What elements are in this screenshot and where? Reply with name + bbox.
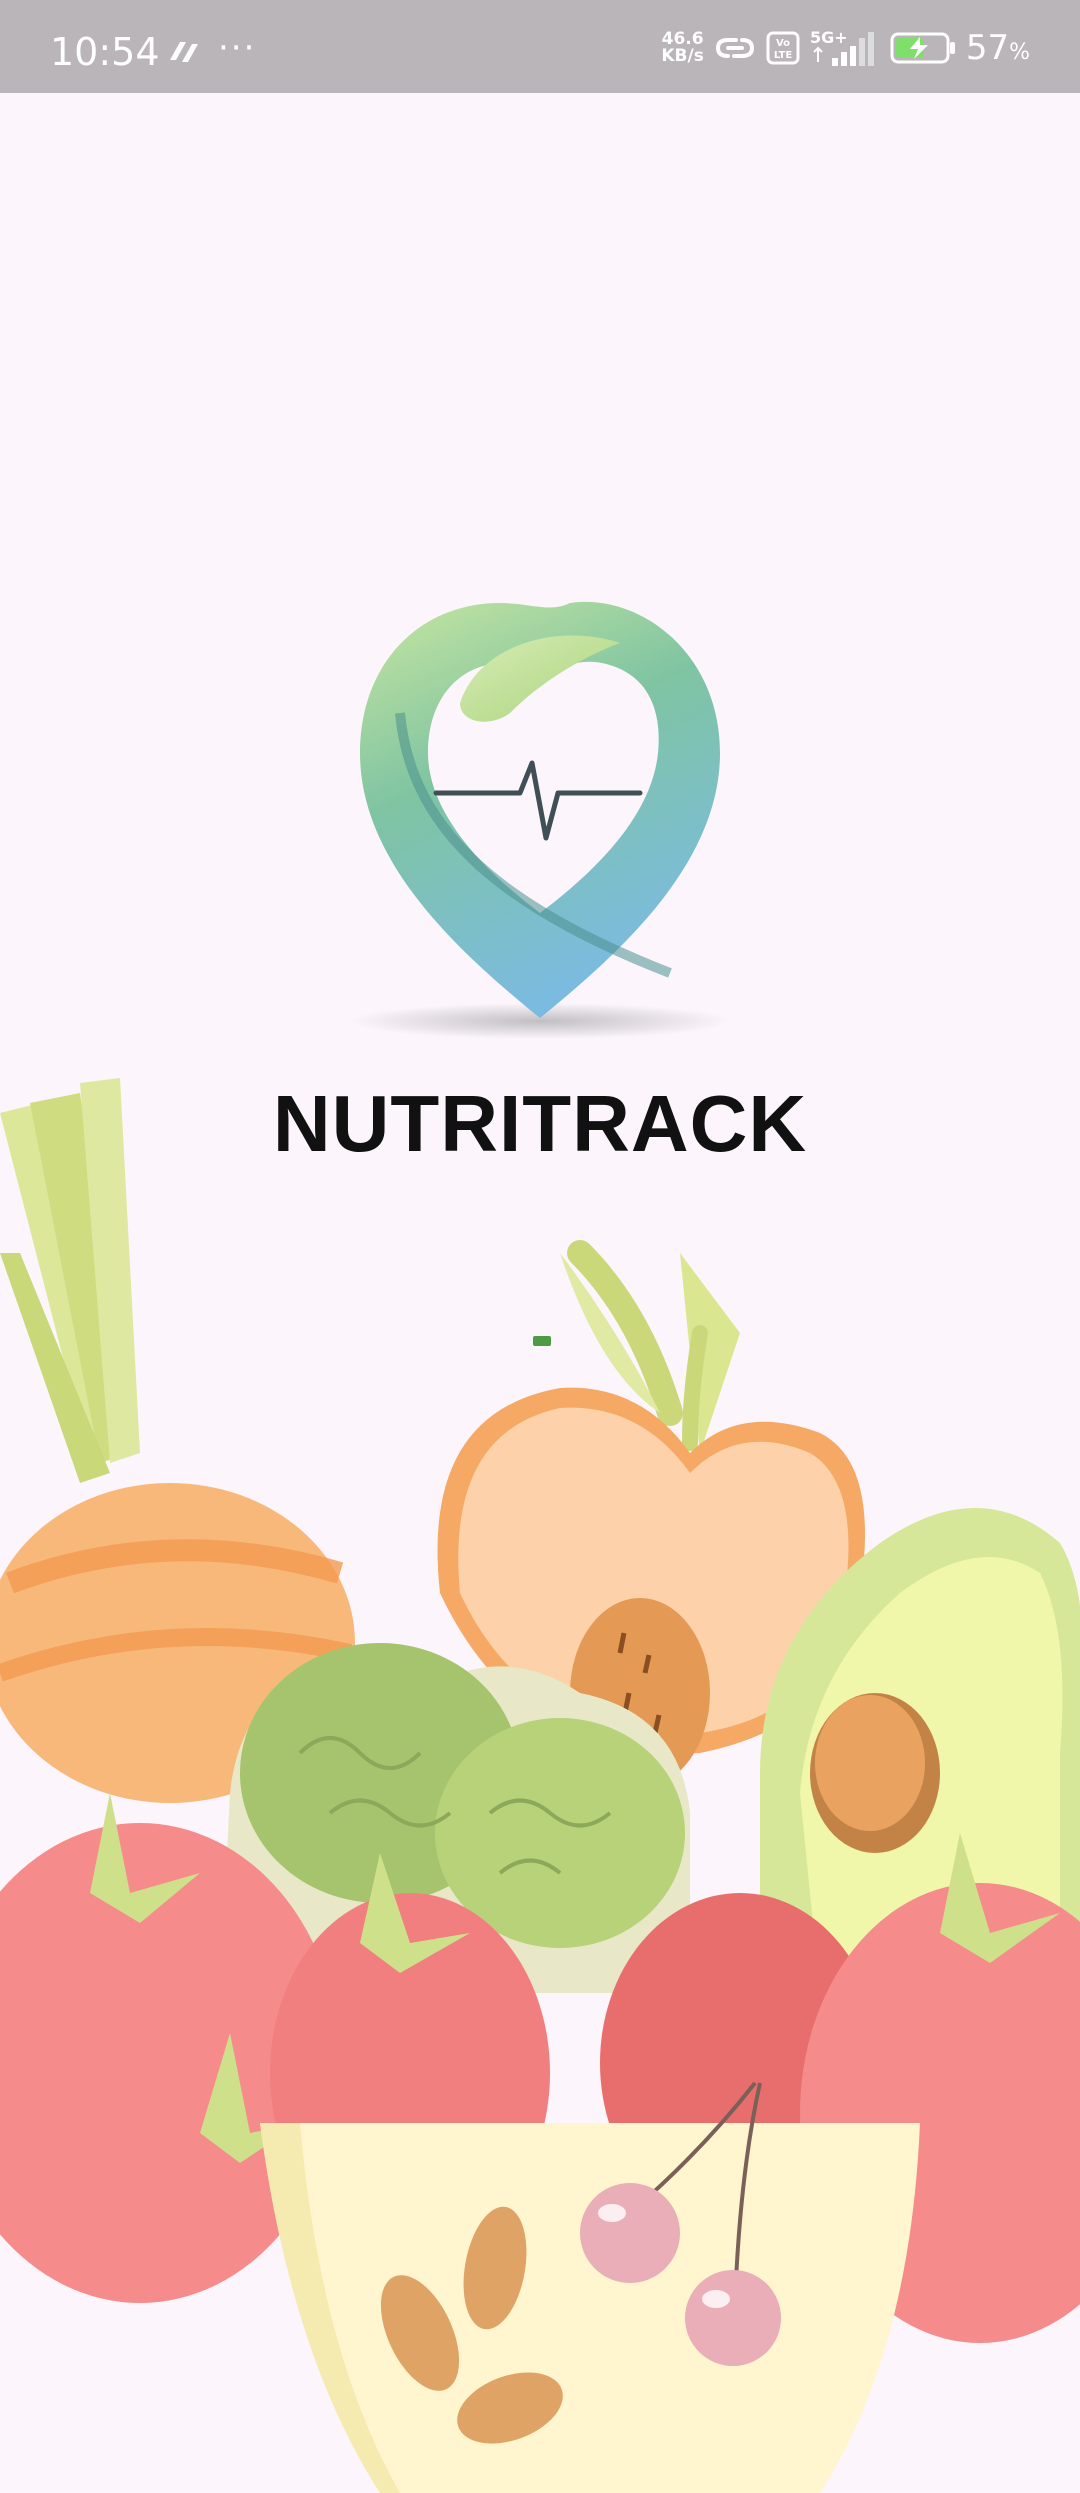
link-icon (715, 38, 754, 58)
network-speed: 46.6 KB/s (661, 29, 704, 66)
more-notifications-indicator: ··· (218, 28, 257, 68)
heart-pulse-leaf-icon (350, 601, 730, 1039)
status-bar: 10:54 ··· 46.6 KB/s Vo LTE 5G+ 57% (0, 0, 1080, 93)
app-notification-icon (170, 42, 198, 62)
leek-icon (0, 1078, 140, 1483)
svg-text:5G+: 5G+ (810, 28, 848, 47)
status-icons: 46.6 KB/s Vo LTE 5G+ 57% (661, 24, 1030, 72)
signal-icon: 5G+ (810, 28, 874, 66)
fruits-vegetables-illustration (0, 1078, 1080, 2493)
bowl-icon (260, 2123, 920, 2493)
battery-percent: 57% (965, 28, 1030, 68)
status-time: 10:54 (50, 30, 160, 74)
volte-icon: Vo LTE (766, 31, 800, 65)
svg-text:LTE: LTE (774, 50, 793, 61)
battery-charging-icon (890, 32, 955, 64)
splash-screen: NUTRITRACK (0, 93, 1080, 2493)
svg-text:Vo: Vo (776, 38, 790, 49)
